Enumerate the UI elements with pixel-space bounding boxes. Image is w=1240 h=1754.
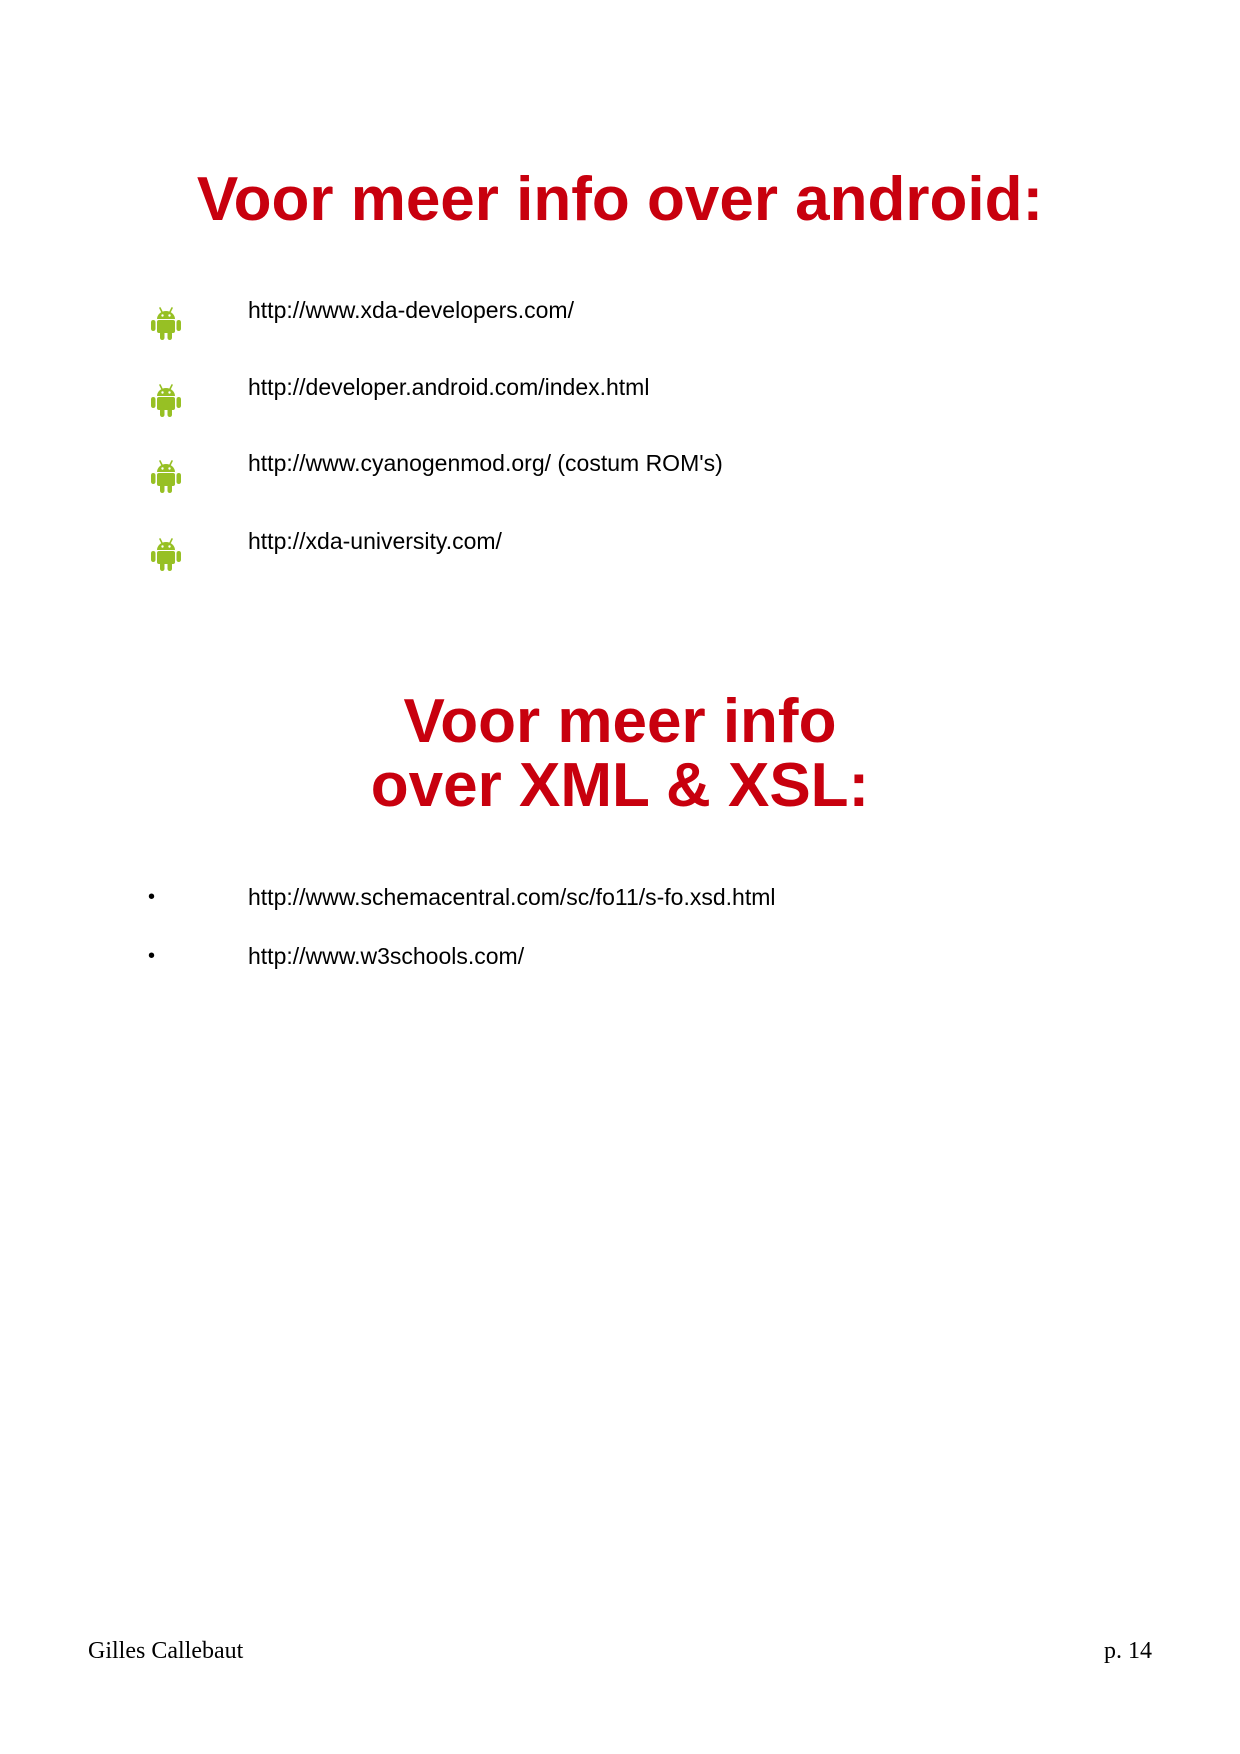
- link-w3schools[interactable]: http://www.w3schools.com/: [248, 942, 524, 970]
- list-item: http://xda-university.com/: [0, 527, 1240, 571]
- list-item: http://www.xda-developers.com/: [0, 296, 1240, 340]
- list-item: http://www.cyanogenmod.org/ (costum ROM'…: [0, 449, 1240, 493]
- list-item: http://developer.android.com/index.html: [0, 373, 1240, 417]
- section-heading-xml-line1: Voor meer info: [403, 687, 837, 756]
- list-item: • http://www.w3schools.com/: [0, 942, 1240, 982]
- link-xda-university[interactable]: http://xda-university.com/: [248, 527, 502, 555]
- link-cyanogenmod[interactable]: http://www.cyanogenmod.org/ (costum ROM'…: [248, 449, 723, 477]
- footer-page-number: p. 14: [1104, 1638, 1152, 1664]
- list-item: • http://www.schemacentral.com/sc/fo11/s…: [0, 883, 1240, 923]
- link-developer-android[interactable]: http://developer.android.com/index.html: [248, 373, 649, 401]
- footer-author: Gilles Callebaut: [88, 1638, 244, 1664]
- bullet-icon: •: [148, 886, 156, 908]
- android-robot-icon: [150, 537, 182, 573]
- android-robot-icon: [150, 383, 182, 419]
- section-heading-xml-line2: over XML & XSL:: [370, 751, 870, 820]
- android-robot-icon: [150, 459, 182, 495]
- section-heading-xml: Voor meer info over XML & XSL:: [0, 690, 1240, 818]
- section-heading-android: Voor meer info over android:: [196, 165, 1044, 234]
- link-xda-developers[interactable]: http://www.xda-developers.com/: [248, 296, 574, 324]
- bullet-icon: •: [148, 945, 156, 967]
- android-robot-icon: [150, 306, 182, 342]
- link-schemacentral[interactable]: http://www.schemacentral.com/sc/fo11/s-f…: [248, 883, 775, 911]
